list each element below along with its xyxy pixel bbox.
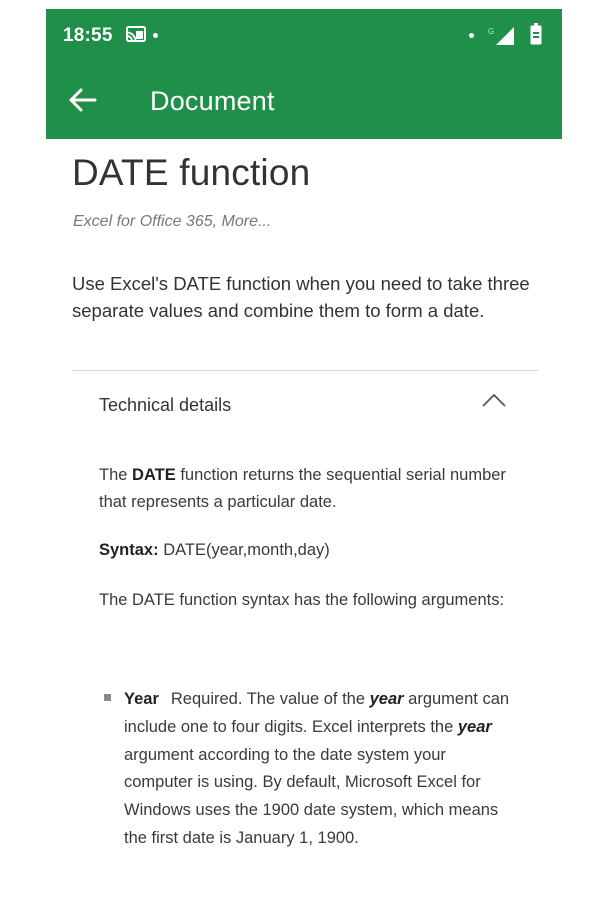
argument-em-2: year <box>457 717 492 736</box>
syntax-line: Syntax: DATE(year,month,day) <box>99 537 519 564</box>
description-prefix: The <box>99 466 133 484</box>
app-bar-title: Document <box>150 86 275 116</box>
notification-dot-icon <box>153 33 158 38</box>
argument-item-year: Year Required. The value of the year argu… <box>124 686 519 853</box>
description-function-name: DATE <box>132 466 176 484</box>
section-divider <box>72 370 538 371</box>
arguments-intro: The DATE function syntax has the followi… <box>99 591 505 609</box>
battery-icon <box>530 23 542 45</box>
status-dot-icon <box>469 33 474 38</box>
argument-desc-1: Required. The value of the <box>170 690 370 708</box>
syntax-value: DATE(year,month,day) <box>158 541 330 559</box>
svg-text:G: G <box>488 27 494 36</box>
back-arrow-icon[interactable] <box>68 87 98 113</box>
page-title: DATE function <box>72 152 311 193</box>
bullet-icon <box>104 694 111 701</box>
cast-icon <box>126 26 146 42</box>
syntax-label: Syntax: <box>99 541 159 559</box>
chevron-up-icon <box>482 394 506 407</box>
status-time: 18:55 <box>63 25 113 46</box>
applies-to-link[interactable]: Excel for Office 365, More... <box>73 212 271 232</box>
description-paragraph: The DATE function returns the sequential… <box>99 462 519 516</box>
section-title: Technical details <box>99 395 232 415</box>
signal-icon: G <box>488 27 514 45</box>
app-bar: 18:55 G Document <box>46 9 562 139</box>
argument-em-1: year <box>369 690 404 708</box>
technical-details-toggle[interactable]: Technical details <box>72 380 538 430</box>
intro-paragraph: Use Excel's DATE function when you need … <box>72 273 530 321</box>
argument-term: Year <box>124 690 159 708</box>
argument-desc-3: argument according to the date system yo… <box>124 745 499 847</box>
